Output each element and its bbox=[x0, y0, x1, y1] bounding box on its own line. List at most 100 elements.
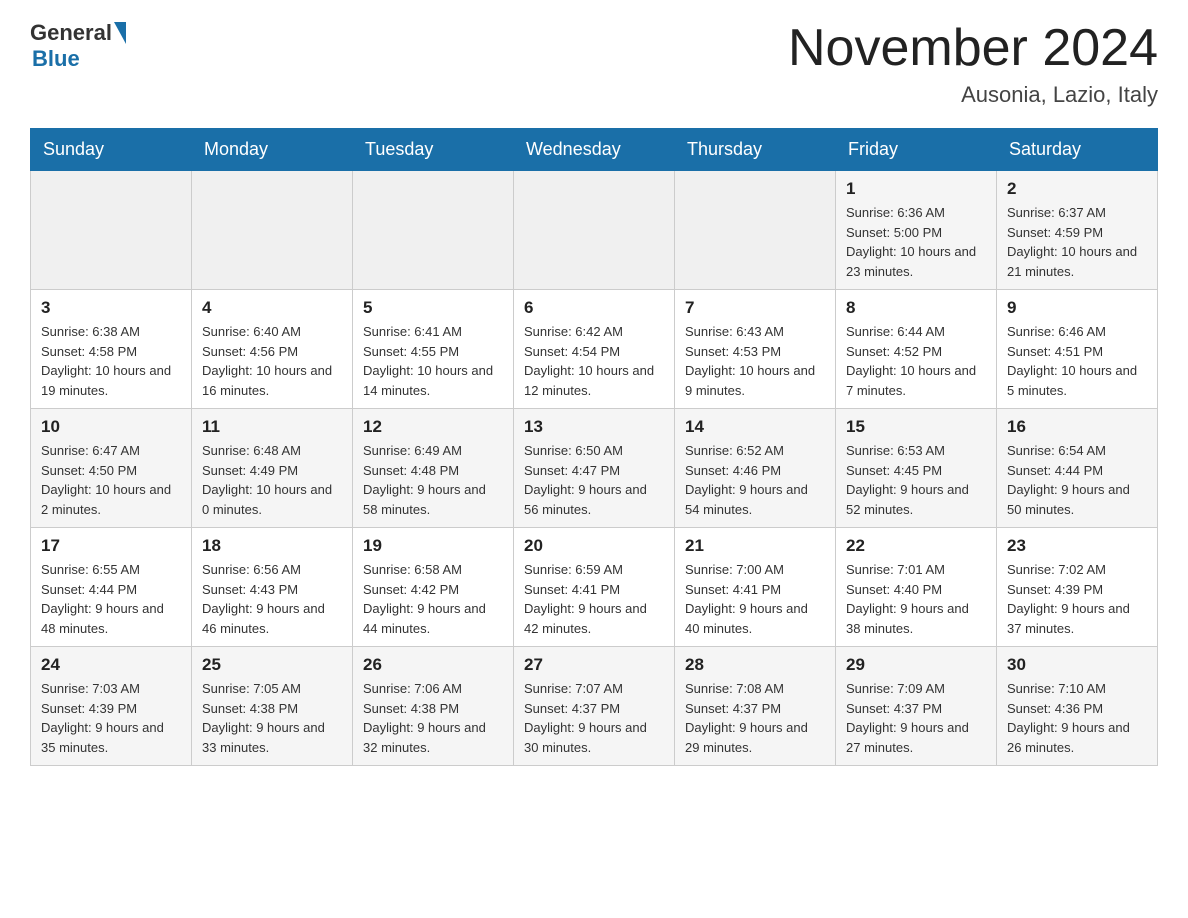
day-number: 6 bbox=[524, 298, 664, 318]
day-info: Sunrise: 6:50 AMSunset: 4:47 PMDaylight:… bbox=[524, 441, 664, 519]
calendar-cell bbox=[514, 171, 675, 290]
location-text: Ausonia, Lazio, Italy bbox=[788, 82, 1158, 108]
day-info: Sunrise: 7:07 AMSunset: 4:37 PMDaylight:… bbox=[524, 679, 664, 757]
day-info: Sunrise: 7:02 AMSunset: 4:39 PMDaylight:… bbox=[1007, 560, 1147, 638]
calendar-cell: 3 Sunrise: 6:38 AMSunset: 4:58 PMDaylight… bbox=[31, 290, 192, 409]
calendar-cell: 28 Sunrise: 7:08 AMSunset: 4:37 PMDayligh… bbox=[675, 647, 836, 766]
day-number: 25 bbox=[202, 655, 342, 675]
logo-blue-text: Blue bbox=[32, 46, 80, 72]
page-header: General Blue November 2024 Ausonia, Lazi… bbox=[30, 20, 1158, 108]
day-info: Sunrise: 6:53 AMSunset: 4:45 PMDaylight:… bbox=[846, 441, 986, 519]
day-info: Sunrise: 7:03 AMSunset: 4:39 PMDaylight:… bbox=[41, 679, 181, 757]
day-number: 26 bbox=[363, 655, 503, 675]
day-info: Sunrise: 6:56 AMSunset: 4:43 PMDaylight:… bbox=[202, 560, 342, 638]
day-number: 14 bbox=[685, 417, 825, 437]
calendar-cell: 25 Sunrise: 7:05 AMSunset: 4:38 PMDayligh… bbox=[192, 647, 353, 766]
calendar-cell bbox=[31, 171, 192, 290]
weekday-header-thursday: Thursday bbox=[675, 129, 836, 171]
calendar-cell: 6 Sunrise: 6:42 AMSunset: 4:54 PMDaylight… bbox=[514, 290, 675, 409]
day-number: 3 bbox=[41, 298, 181, 318]
day-number: 9 bbox=[1007, 298, 1147, 318]
calendar-cell: 4 Sunrise: 6:40 AMSunset: 4:56 PMDaylight… bbox=[192, 290, 353, 409]
day-info: Sunrise: 6:46 AMSunset: 4:51 PMDaylight:… bbox=[1007, 322, 1147, 400]
calendar-cell bbox=[675, 171, 836, 290]
day-number: 2 bbox=[1007, 179, 1147, 199]
day-number: 16 bbox=[1007, 417, 1147, 437]
day-number: 11 bbox=[202, 417, 342, 437]
calendar-cell: 21 Sunrise: 7:00 AMSunset: 4:41 PMDayligh… bbox=[675, 528, 836, 647]
calendar-cell: 11Sunrise: 6:48 AMSunset: 4:49 PMDayligh… bbox=[192, 409, 353, 528]
weekday-header-monday: Monday bbox=[192, 129, 353, 171]
calendar-cell: 10 Sunrise: 6:47 AMSunset: 4:50 PMDayligh… bbox=[31, 409, 192, 528]
day-number: 24 bbox=[41, 655, 181, 675]
day-info: Sunrise: 6:52 AMSunset: 4:46 PMDaylight:… bbox=[685, 441, 825, 519]
day-number: 18 bbox=[202, 536, 342, 556]
month-title: November 2024 bbox=[788, 20, 1158, 77]
calendar-cell: 24 Sunrise: 7:03 AMSunset: 4:39 PMDayligh… bbox=[31, 647, 192, 766]
calendar-cell: 14 Sunrise: 6:52 AMSunset: 4:46 PMDayligh… bbox=[675, 409, 836, 528]
calendar-cell: 2 Sunrise: 6:37 AMSunset: 4:59 PMDaylight… bbox=[997, 171, 1158, 290]
week-row-2: 3 Sunrise: 6:38 AMSunset: 4:58 PMDaylight… bbox=[31, 290, 1158, 409]
calendar-cell bbox=[353, 171, 514, 290]
calendar-cell: 13 Sunrise: 6:50 AMSunset: 4:47 PMDayligh… bbox=[514, 409, 675, 528]
day-number: 19 bbox=[363, 536, 503, 556]
day-info: Sunrise: 6:58 AMSunset: 4:42 PMDaylight:… bbox=[363, 560, 503, 638]
day-info: Sunrise: 6:42 AMSunset: 4:54 PMDaylight:… bbox=[524, 322, 664, 400]
calendar-cell bbox=[192, 171, 353, 290]
day-info: Sunrise: 6:41 AMSunset: 4:55 PMDaylight:… bbox=[363, 322, 503, 400]
calendar-cell: 1Sunrise: 6:36 AMSunset: 5:00 PMDaylight… bbox=[836, 171, 997, 290]
day-number: 21 bbox=[685, 536, 825, 556]
title-block: November 2024 Ausonia, Lazio, Italy bbox=[788, 20, 1158, 108]
day-info: Sunrise: 6:38 AMSunset: 4:58 PMDaylight:… bbox=[41, 322, 181, 400]
calendar-cell: 12 Sunrise: 6:49 AMSunset: 4:48 PMDayligh… bbox=[353, 409, 514, 528]
day-number: 12 bbox=[363, 417, 503, 437]
week-row-4: 17 Sunrise: 6:55 AMSunset: 4:44 PMDayligh… bbox=[31, 528, 1158, 647]
day-number: 23 bbox=[1007, 536, 1147, 556]
day-info: Sunrise: 6:43 AMSunset: 4:53 PMDaylight:… bbox=[685, 322, 825, 400]
day-number: 17 bbox=[41, 536, 181, 556]
day-number: 13 bbox=[524, 417, 664, 437]
calendar-cell: 9 Sunrise: 6:46 AMSunset: 4:51 PMDaylight… bbox=[997, 290, 1158, 409]
day-info: Sunrise: 6:55 AMSunset: 4:44 PMDaylight:… bbox=[41, 560, 181, 638]
day-info: Sunrise: 7:08 AMSunset: 4:37 PMDaylight:… bbox=[685, 679, 825, 757]
day-info: Sunrise: 6:36 AMSunset: 5:00 PMDaylight:… bbox=[846, 203, 986, 281]
week-row-3: 10 Sunrise: 6:47 AMSunset: 4:50 PMDayligh… bbox=[31, 409, 1158, 528]
day-number: 22 bbox=[846, 536, 986, 556]
day-number: 4 bbox=[202, 298, 342, 318]
calendar-cell: 27Sunrise: 7:07 AMSunset: 4:37 PMDayligh… bbox=[514, 647, 675, 766]
calendar-table: SundayMondayTuesdayWednesdayThursdayFrid… bbox=[30, 128, 1158, 766]
calendar-cell: 20 Sunrise: 6:59 AMSunset: 4:41 PMDayligh… bbox=[514, 528, 675, 647]
week-row-5: 24 Sunrise: 7:03 AMSunset: 4:39 PMDayligh… bbox=[31, 647, 1158, 766]
calendar-cell: 16 Sunrise: 6:54 AMSunset: 4:44 PMDayligh… bbox=[997, 409, 1158, 528]
calendar-cell: 5 Sunrise: 6:41 AMSunset: 4:55 PMDaylight… bbox=[353, 290, 514, 409]
day-number: 10 bbox=[41, 417, 181, 437]
logo: General Blue bbox=[30, 20, 126, 72]
day-info: Sunrise: 6:47 AMSunset: 4:50 PMDaylight:… bbox=[41, 441, 181, 519]
day-info: Sunrise: 7:10 AMSunset: 4:36 PMDaylight:… bbox=[1007, 679, 1147, 757]
day-info: Sunrise: 6:49 AMSunset: 4:48 PMDaylight:… bbox=[363, 441, 503, 519]
calendar-cell: 17 Sunrise: 6:55 AMSunset: 4:44 PMDayligh… bbox=[31, 528, 192, 647]
calendar-cell: 8Sunrise: 6:44 AMSunset: 4:52 PMDaylight… bbox=[836, 290, 997, 409]
day-number: 30 bbox=[1007, 655, 1147, 675]
calendar-cell: 23 Sunrise: 7:02 AMSunset: 4:39 PMDayligh… bbox=[997, 528, 1158, 647]
weekday-header-friday: Friday bbox=[836, 129, 997, 171]
day-number: 20 bbox=[524, 536, 664, 556]
day-number: 28 bbox=[685, 655, 825, 675]
day-info: Sunrise: 6:37 AMSunset: 4:59 PMDaylight:… bbox=[1007, 203, 1147, 281]
day-info: Sunrise: 7:01 AMSunset: 4:40 PMDaylight:… bbox=[846, 560, 986, 638]
day-number: 29 bbox=[846, 655, 986, 675]
weekday-header-sunday: Sunday bbox=[31, 129, 192, 171]
day-info: Sunrise: 7:00 AMSunset: 4:41 PMDaylight:… bbox=[685, 560, 825, 638]
day-info: Sunrise: 7:05 AMSunset: 4:38 PMDaylight:… bbox=[202, 679, 342, 757]
day-number: 7 bbox=[685, 298, 825, 318]
day-info: Sunrise: 6:40 AMSunset: 4:56 PMDaylight:… bbox=[202, 322, 342, 400]
day-info: Sunrise: 6:54 AMSunset: 4:44 PMDaylight:… bbox=[1007, 441, 1147, 519]
day-info: Sunrise: 6:59 AMSunset: 4:41 PMDaylight:… bbox=[524, 560, 664, 638]
weekday-header-wednesday: Wednesday bbox=[514, 129, 675, 171]
day-number: 5 bbox=[363, 298, 503, 318]
calendar-cell: 26 Sunrise: 7:06 AMSunset: 4:38 PMDayligh… bbox=[353, 647, 514, 766]
calendar-header-row: SundayMondayTuesdayWednesdayThursdayFrid… bbox=[31, 129, 1158, 171]
logo-general-text: General bbox=[30, 20, 112, 46]
calendar-cell: 29Sunrise: 7:09 AMSunset: 4:37 PMDayligh… bbox=[836, 647, 997, 766]
day-info: Sunrise: 7:06 AMSunset: 4:38 PMDaylight:… bbox=[363, 679, 503, 757]
